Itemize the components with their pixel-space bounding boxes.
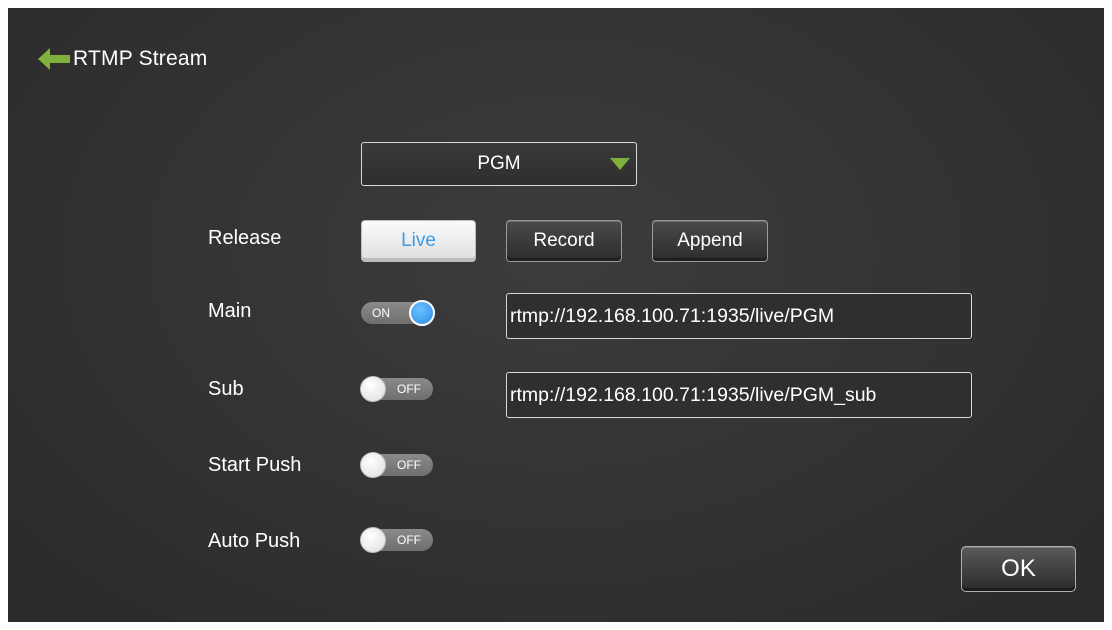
release-label: Release bbox=[208, 227, 282, 249]
page-title: RTMP Stream bbox=[73, 47, 208, 70]
toggle-knob bbox=[360, 527, 386, 553]
main-label: Main bbox=[208, 300, 252, 322]
toggle-state-text: ON bbox=[372, 306, 390, 320]
sub-toggle[interactable]: OFF bbox=[360, 376, 433, 402]
toggle-knob bbox=[360, 376, 386, 402]
auto-push-label: Auto Push bbox=[208, 530, 301, 552]
dropdown-triangle-icon bbox=[610, 158, 630, 170]
sub-label: Sub bbox=[208, 378, 244, 400]
toggle-knob bbox=[360, 452, 386, 478]
rtmp-stream-screen: RTMP Stream PGM Release Live Record Appe… bbox=[8, 8, 1104, 622]
toggle-knob bbox=[409, 300, 435, 326]
release-live-button[interactable]: Live bbox=[361, 220, 476, 262]
toggle-state-text: OFF bbox=[397, 382, 421, 396]
main-url-field[interactable]: rtmp://192.168.100.71:1935/live/PGM bbox=[506, 293, 972, 339]
source-select-value: PGM bbox=[477, 153, 521, 174]
auto-push-toggle[interactable]: OFF bbox=[360, 527, 433, 553]
source-select[interactable]: PGM bbox=[361, 142, 637, 186]
start-push-toggle[interactable]: OFF bbox=[360, 452, 433, 478]
back-arrow-icon bbox=[38, 48, 70, 70]
release-append-button[interactable]: Append bbox=[652, 220, 768, 262]
release-record-button[interactable]: Record bbox=[506, 220, 622, 262]
main-toggle[interactable]: ON bbox=[361, 300, 435, 326]
toggle-state-text: OFF bbox=[397, 458, 421, 472]
ok-button[interactable]: OK bbox=[961, 546, 1076, 592]
start-push-label: Start Push bbox=[208, 454, 302, 476]
sub-url-field[interactable]: rtmp://192.168.100.71:1935/live/PGM_sub bbox=[506, 372, 972, 418]
back-button[interactable]: RTMP Stream bbox=[36, 44, 207, 74]
toggle-state-text: OFF bbox=[397, 533, 421, 547]
